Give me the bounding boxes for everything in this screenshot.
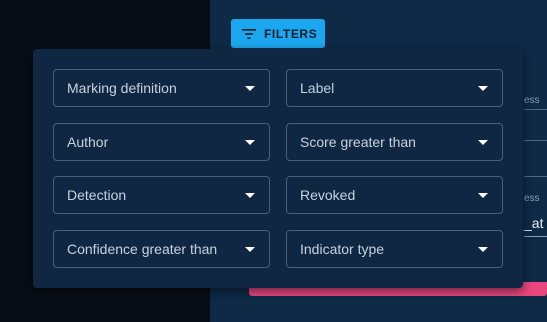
background-field-value: _at (524, 215, 544, 231)
chevron-down-icon (245, 86, 255, 91)
select-label: Score greater than (300, 134, 416, 150)
background-field-label: ess (524, 193, 540, 204)
select-label: Author (67, 134, 109, 150)
background-field-line (524, 176, 547, 177)
confidence-greater-than-select[interactable]: Confidence greater than (53, 230, 270, 268)
background-field-label: ess (524, 95, 540, 106)
marking-definition-select[interactable]: Marking definition (53, 69, 270, 107)
chevron-down-icon (478, 86, 488, 91)
filters-button[interactable]: FILTERS (231, 19, 325, 48)
chevron-down-icon (478, 193, 488, 198)
filters-button-label: FILTERS (264, 26, 318, 41)
select-label: Revoked (300, 187, 356, 203)
select-label: Marking definition (67, 80, 177, 96)
filters-popover: Marking definition Label Author Score gr… (33, 49, 523, 288)
select-label: Confidence greater than (67, 241, 218, 257)
score-greater-than-select[interactable]: Score greater than (286, 123, 503, 161)
select-label: Detection (67, 187, 127, 203)
chevron-down-icon (478, 140, 488, 145)
chevron-down-icon (478, 247, 488, 252)
background-field-line (524, 109, 547, 110)
background-field-line (524, 140, 547, 141)
indicator-type-select[interactable]: Indicator type (286, 230, 503, 268)
revoked-select[interactable]: Revoked (286, 176, 503, 214)
select-label: Label (300, 80, 335, 96)
label-select[interactable]: Label (286, 69, 503, 107)
background-field-underline (524, 236, 547, 237)
chevron-down-icon (245, 247, 255, 252)
select-label: Indicator type (300, 241, 385, 257)
author-select[interactable]: Author (53, 123, 270, 161)
chevron-down-icon (245, 193, 255, 198)
chevron-down-icon (245, 140, 255, 145)
filter-list-icon (242, 28, 256, 39)
detection-select[interactable]: Detection (53, 176, 270, 214)
